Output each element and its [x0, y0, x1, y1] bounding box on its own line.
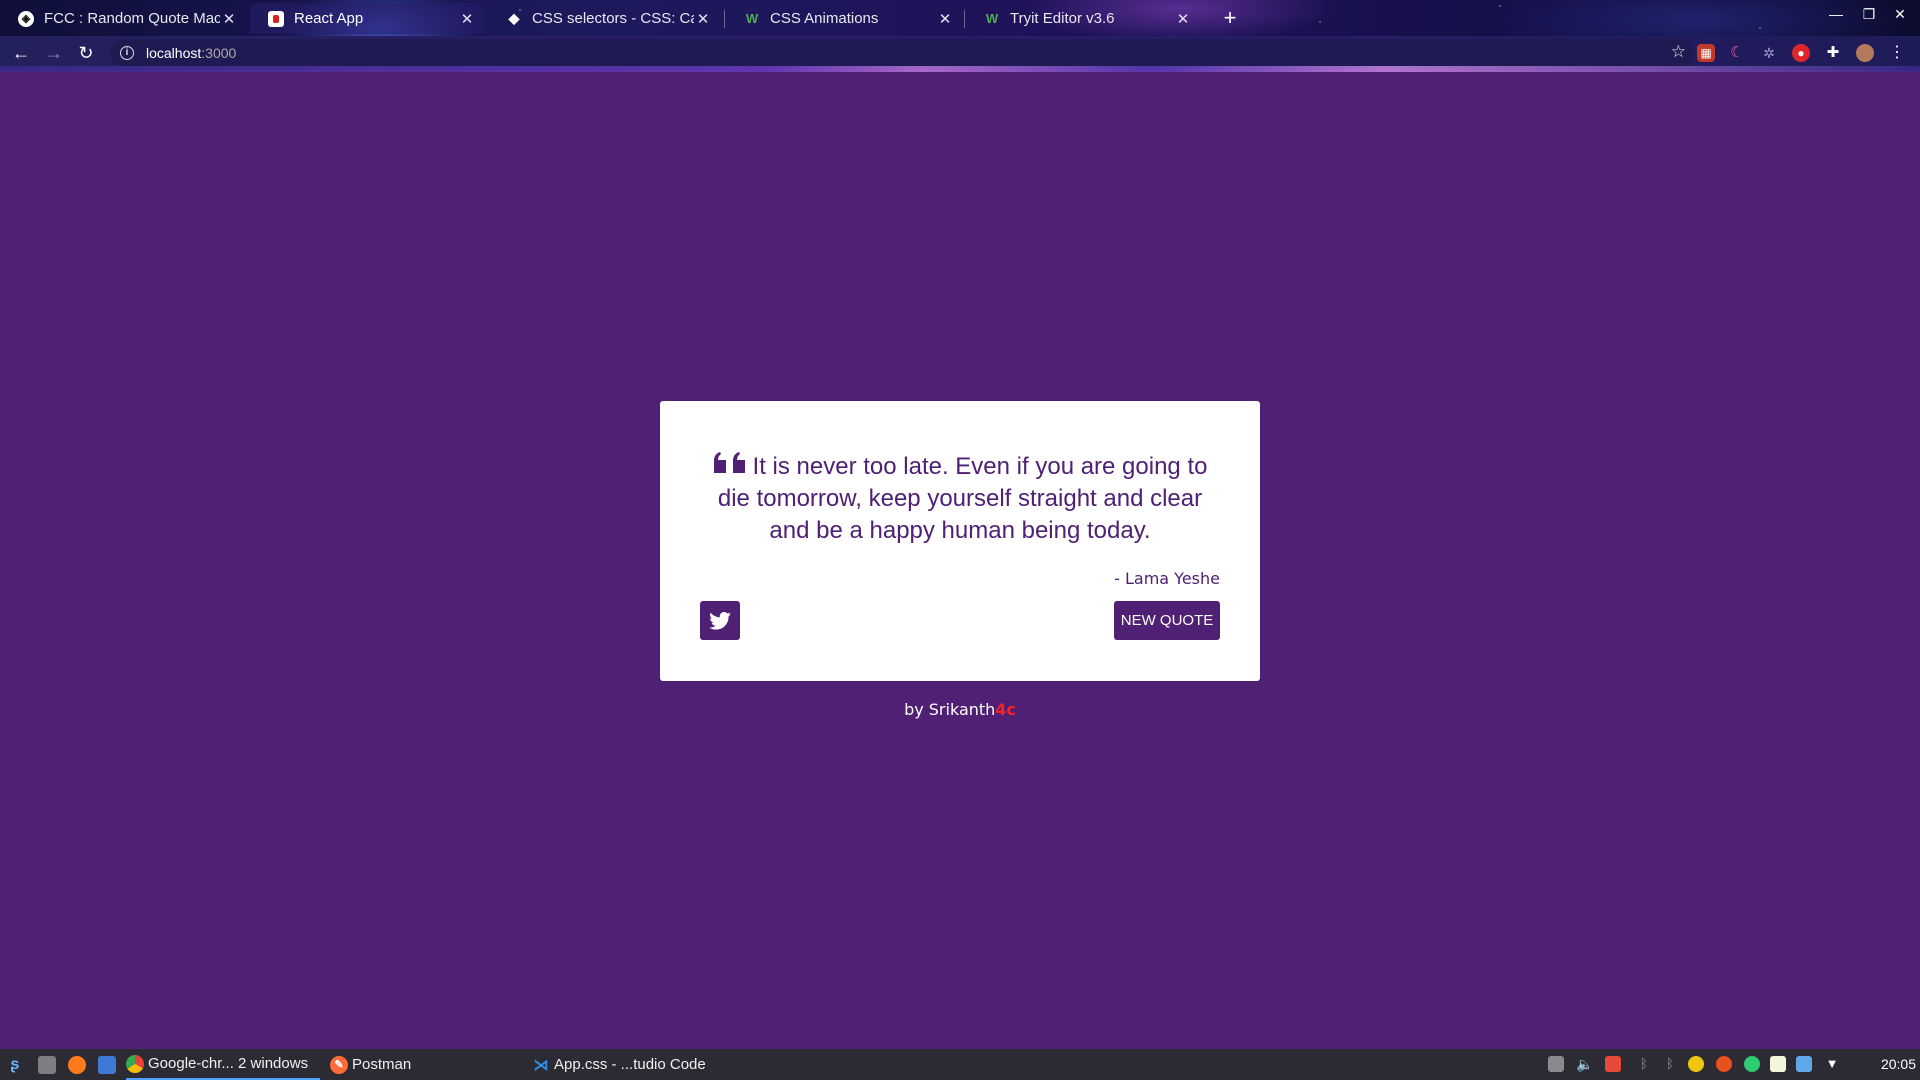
- extensions-puzzle-icon[interactable]: ✚: [1824, 44, 1842, 62]
- minimize-icon[interactable]: —: [1824, 6, 1848, 22]
- close-tab-icon[interactable]: ✕: [220, 10, 238, 28]
- file-manager-launcher[interactable]: [38, 1049, 60, 1080]
- volume-icon[interactable]: 🔈: [1576, 1056, 1593, 1072]
- app-page: It is never too late. Even if you are go…: [0, 72, 1920, 1049]
- address-port: :3000: [201, 45, 237, 61]
- taskbar-clock[interactable]: 20:05: [1881, 1049, 1916, 1080]
- close-tab-icon[interactable]: ✕: [1174, 10, 1192, 28]
- bluetooth-icon[interactable]: ᛒ: [1662, 1056, 1678, 1072]
- taskbar-item-chrome[interactable]: Google-chr... 2 windows: [126, 1049, 320, 1080]
- taskbar-item-label: App.css - ...tudio Code: [554, 1056, 706, 1073]
- bluetooth-icon[interactable]: ᛒ: [1636, 1056, 1652, 1072]
- firefox-icon: [68, 1055, 86, 1074]
- tab-separator: [724, 10, 725, 28]
- quote-text: It is never too late. Even if you are go…: [717, 453, 1208, 544]
- reload-icon[interactable]: ↻: [74, 41, 98, 65]
- mdn-icon: ◆: [508, 10, 520, 26]
- tab-tryit-editor[interactable]: W Tryit Editor v3.6 ✕: [966, 3, 1200, 34]
- bookmark-star-icon[interactable]: ☆: [1671, 42, 1686, 62]
- wifi-icon[interactable]: ▼: [1824, 1056, 1840, 1072]
- notes-tray-icon[interactable]: [1770, 1056, 1786, 1072]
- quote-text-block: It is never too late. Even if you are go…: [710, 451, 1210, 547]
- forward-arrow-icon[interactable]: →: [42, 41, 66, 65]
- update-tray-icon[interactable]: [1688, 1056, 1704, 1072]
- w3schools-icon: W: [745, 11, 759, 26]
- taskbar-item-vscode[interactable]: ⋊ App.css - ...tudio Code: [532, 1049, 706, 1080]
- address-host: localhost: [146, 45, 202, 61]
- extension-record-icon[interactable]: ●: [1792, 44, 1810, 62]
- tab-css-selectors[interactable]: ◆ CSS selectors - CSS: Casca ✕: [488, 3, 720, 34]
- anydesk-tray-icon[interactable]: [1605, 1056, 1621, 1072]
- w3schools-icon: W: [985, 11, 999, 26]
- tweet-quote-button[interactable]: [700, 601, 740, 640]
- extension-red-icon[interactable]: ▦: [1697, 44, 1715, 62]
- restore-window-icon[interactable]: ❐: [1857, 6, 1881, 23]
- chrome-icon: [126, 1054, 144, 1073]
- file-manager-icon: [38, 1055, 56, 1074]
- os-taskbar: ʂ Google-chr... 2 windows ✎ Postman ⋊ Ap…: [0, 1049, 1920, 1080]
- profile-avatar[interactable]: [1856, 44, 1874, 62]
- desktop-icon: [98, 1055, 116, 1074]
- close-tab-icon[interactable]: ✕: [936, 10, 954, 28]
- tab-react-app[interactable]: React App ✕: [250, 3, 484, 34]
- taskbar-item-label: Google-chr... 2 windows: [148, 1055, 309, 1072]
- tab-fcc-random-quote[interactable]: ◈ FCC : Random Quote Mac ✕: [0, 3, 246, 34]
- dark-mode-moon-icon[interactable]: ☾: [1728, 44, 1746, 62]
- new-tab-button[interactable]: +: [1216, 4, 1244, 32]
- start-menu-button[interactable]: ʂ: [6, 1049, 28, 1080]
- clipboard-tray-icon[interactable]: [1548, 1056, 1564, 1072]
- tab-css-animations[interactable]: W CSS Animations ✕: [726, 3, 962, 34]
- quote-box: It is never too late. Even if you are go…: [660, 401, 1260, 681]
- extension-gear-icon[interactable]: ✲: [1760, 44, 1778, 62]
- address-bar[interactable]: i localhost :3000 ☆: [110, 39, 1694, 67]
- tab-separator: [964, 10, 965, 28]
- taskbar-item-postman[interactable]: ✎ Postman: [330, 1049, 411, 1080]
- browser-toolbar: ← → ↻ i localhost :3000 ☆ ▦ ☾ ✲ ● ✚ ⋮: [0, 36, 1920, 70]
- show-desktop-launcher[interactable]: [98, 1049, 120, 1080]
- new-quote-button[interactable]: NEW QUOTE: [1114, 601, 1220, 640]
- firefox-launcher[interactable]: [68, 1049, 90, 1080]
- postman-icon: ✎: [330, 1055, 348, 1074]
- sync-tray-icon[interactable]: [1716, 1056, 1732, 1072]
- browser-menu-icon[interactable]: ⋮: [1888, 44, 1906, 62]
- vscode-icon: ⋊: [533, 1056, 549, 1074]
- author-credit: by Srikanth4c: [0, 700, 1920, 719]
- close-window-icon[interactable]: ✕: [1888, 6, 1912, 23]
- twitter-icon: [709, 611, 731, 630]
- site-info-icon[interactable]: i: [120, 46, 134, 60]
- back-arrow-icon[interactable]: ←: [9, 41, 33, 65]
- quote-author: - Lama Yeshe: [1114, 569, 1220, 588]
- close-tab-icon[interactable]: ✕: [458, 10, 476, 28]
- browser-tab-strip: ◈ FCC : Random Quote Mac ✕ React App ✕ ◆…: [0, 0, 1920, 36]
- credit-text: by Srikanth: [904, 700, 996, 719]
- distro-logo-icon: ʂ: [10, 1055, 20, 1073]
- info-tray-icon[interactable]: [1796, 1056, 1812, 1072]
- credit-brand-mark[interactable]: 4c: [995, 700, 1016, 719]
- close-tab-icon[interactable]: ✕: [694, 10, 712, 28]
- react-app-favicon-icon: [268, 10, 284, 27]
- codepen-icon: ◈: [18, 10, 34, 27]
- status-tray-icon[interactable]: [1744, 1056, 1760, 1072]
- quote-left-icon: [713, 452, 745, 473]
- taskbar-item-label: Postman: [352, 1056, 412, 1073]
